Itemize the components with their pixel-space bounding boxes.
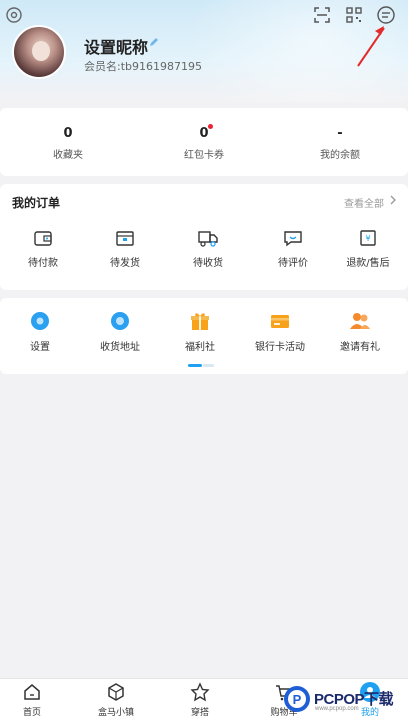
page-indicator bbox=[188, 364, 214, 367]
tool-bank-card[interactable]: 银行卡活动 bbox=[240, 310, 320, 360]
order-pending-payment[interactable]: 待付款 bbox=[3, 228, 83, 274]
svg-text:P: P bbox=[293, 692, 302, 707]
tool-welfare[interactable]: 福利社 bbox=[160, 310, 240, 360]
stat-balance[interactable]: - 我的余额 bbox=[272, 108, 408, 176]
stat-label: 红包卡券 bbox=[184, 150, 224, 161]
order-refund[interactable]: ¥ 退款/售后 bbox=[328, 228, 408, 274]
stat-value: 0 bbox=[63, 126, 73, 141]
stat-label: 收藏夹 bbox=[53, 150, 83, 161]
order-pending-shipment[interactable]: 待发货 bbox=[85, 228, 165, 274]
stat-coupons[interactable]: 0 红包卡券 bbox=[136, 108, 272, 176]
tool-label: 收货地址 bbox=[100, 342, 140, 353]
watermark-url: www.pcpop.com bbox=[315, 706, 359, 712]
comment-icon bbox=[284, 231, 302, 247]
nav-outfit[interactable]: 穿搭 bbox=[160, 681, 240, 720]
order-label: 待付款 bbox=[28, 258, 58, 269]
avatar[interactable] bbox=[12, 25, 66, 79]
nav-home[interactable]: 首页 bbox=[0, 681, 72, 720]
home-icon bbox=[24, 684, 40, 700]
page-indicator-active bbox=[188, 364, 202, 367]
stat-value: 0 bbox=[199, 126, 209, 141]
tool-label: 邀请有礼 bbox=[340, 342, 380, 353]
chevron-right-icon[interactable] bbox=[388, 194, 398, 206]
tool-label: 福利社 bbox=[185, 342, 215, 353]
order-label: 退款/售后 bbox=[346, 258, 390, 269]
nav-label: 首页 bbox=[22, 708, 41, 718]
view-all-orders-link[interactable]: 查看全部 bbox=[344, 195, 384, 210]
page-indicator-inactive bbox=[203, 364, 214, 367]
stat-favorites[interactable]: 0 收藏夹 bbox=[0, 108, 136, 176]
tool-label: 设置 bbox=[30, 342, 50, 353]
location-icon bbox=[111, 312, 129, 330]
member-name: 会员名:tb9161987195 bbox=[84, 60, 202, 73]
scan-icon[interactable] bbox=[312, 5, 332, 25]
order-label: 待发货 bbox=[110, 258, 140, 269]
bank-card-icon bbox=[271, 315, 289, 328]
stat-label: 我的余额 bbox=[320, 150, 360, 161]
tool-settings[interactable]: 设置 bbox=[0, 310, 80, 360]
order-label: 待评价 bbox=[278, 258, 308, 269]
settings-gear-icon bbox=[31, 312, 49, 330]
orders-title: 我的订单 bbox=[12, 196, 61, 210]
watermark: P PCPOP下载 www.pcpop.com bbox=[282, 684, 408, 720]
notification-dot bbox=[208, 124, 213, 129]
refund-icon: ¥ bbox=[360, 230, 376, 246]
profile-header: 设置昵称 会员名:tb9161987195 bbox=[0, 0, 408, 102]
nav-hema-town[interactable]: 盒马小镇 bbox=[76, 681, 156, 720]
tools-card: 设置 收货地址 福利社 银行卡活动 邀请有礼 bbox=[0, 298, 408, 374]
order-pending-receipt[interactable]: 待收货 bbox=[168, 228, 248, 274]
order-pending-review[interactable]: 待评价 bbox=[253, 228, 333, 274]
svg-text:¥: ¥ bbox=[365, 234, 370, 243]
nav-label: 盒马小镇 bbox=[97, 708, 134, 718]
cube-icon bbox=[108, 683, 124, 701]
tool-address[interactable]: 收货地址 bbox=[80, 310, 160, 360]
orders-card: 我的订单 查看全部 待付款 待发货 待收货 待评价 ¥ 退款/售后 bbox=[0, 184, 408, 290]
settings-icon[interactable] bbox=[4, 5, 24, 25]
invite-icon bbox=[350, 313, 370, 329]
stats-card: 0 收藏夹 0 红包卡券 - 我的余额 bbox=[0, 108, 408, 176]
pcpop-logo-icon: P bbox=[284, 686, 310, 712]
red-arrow-annotation bbox=[357, 26, 385, 67]
package-icon bbox=[116, 231, 134, 246]
stat-value: - bbox=[337, 126, 343, 141]
wallet-icon bbox=[34, 231, 52, 246]
edit-icon[interactable] bbox=[148, 36, 160, 48]
nav-label: 穿搭 bbox=[190, 708, 209, 718]
tool-label: 银行卡活动 bbox=[255, 342, 305, 353]
gift-icon bbox=[191, 313, 209, 330]
tool-invite[interactable]: 邀请有礼 bbox=[320, 310, 400, 360]
truck-icon bbox=[198, 231, 218, 247]
order-label: 待收货 bbox=[193, 258, 223, 269]
nickname[interactable]: 设置昵称 bbox=[84, 34, 148, 58]
star-icon bbox=[190, 682, 210, 702]
